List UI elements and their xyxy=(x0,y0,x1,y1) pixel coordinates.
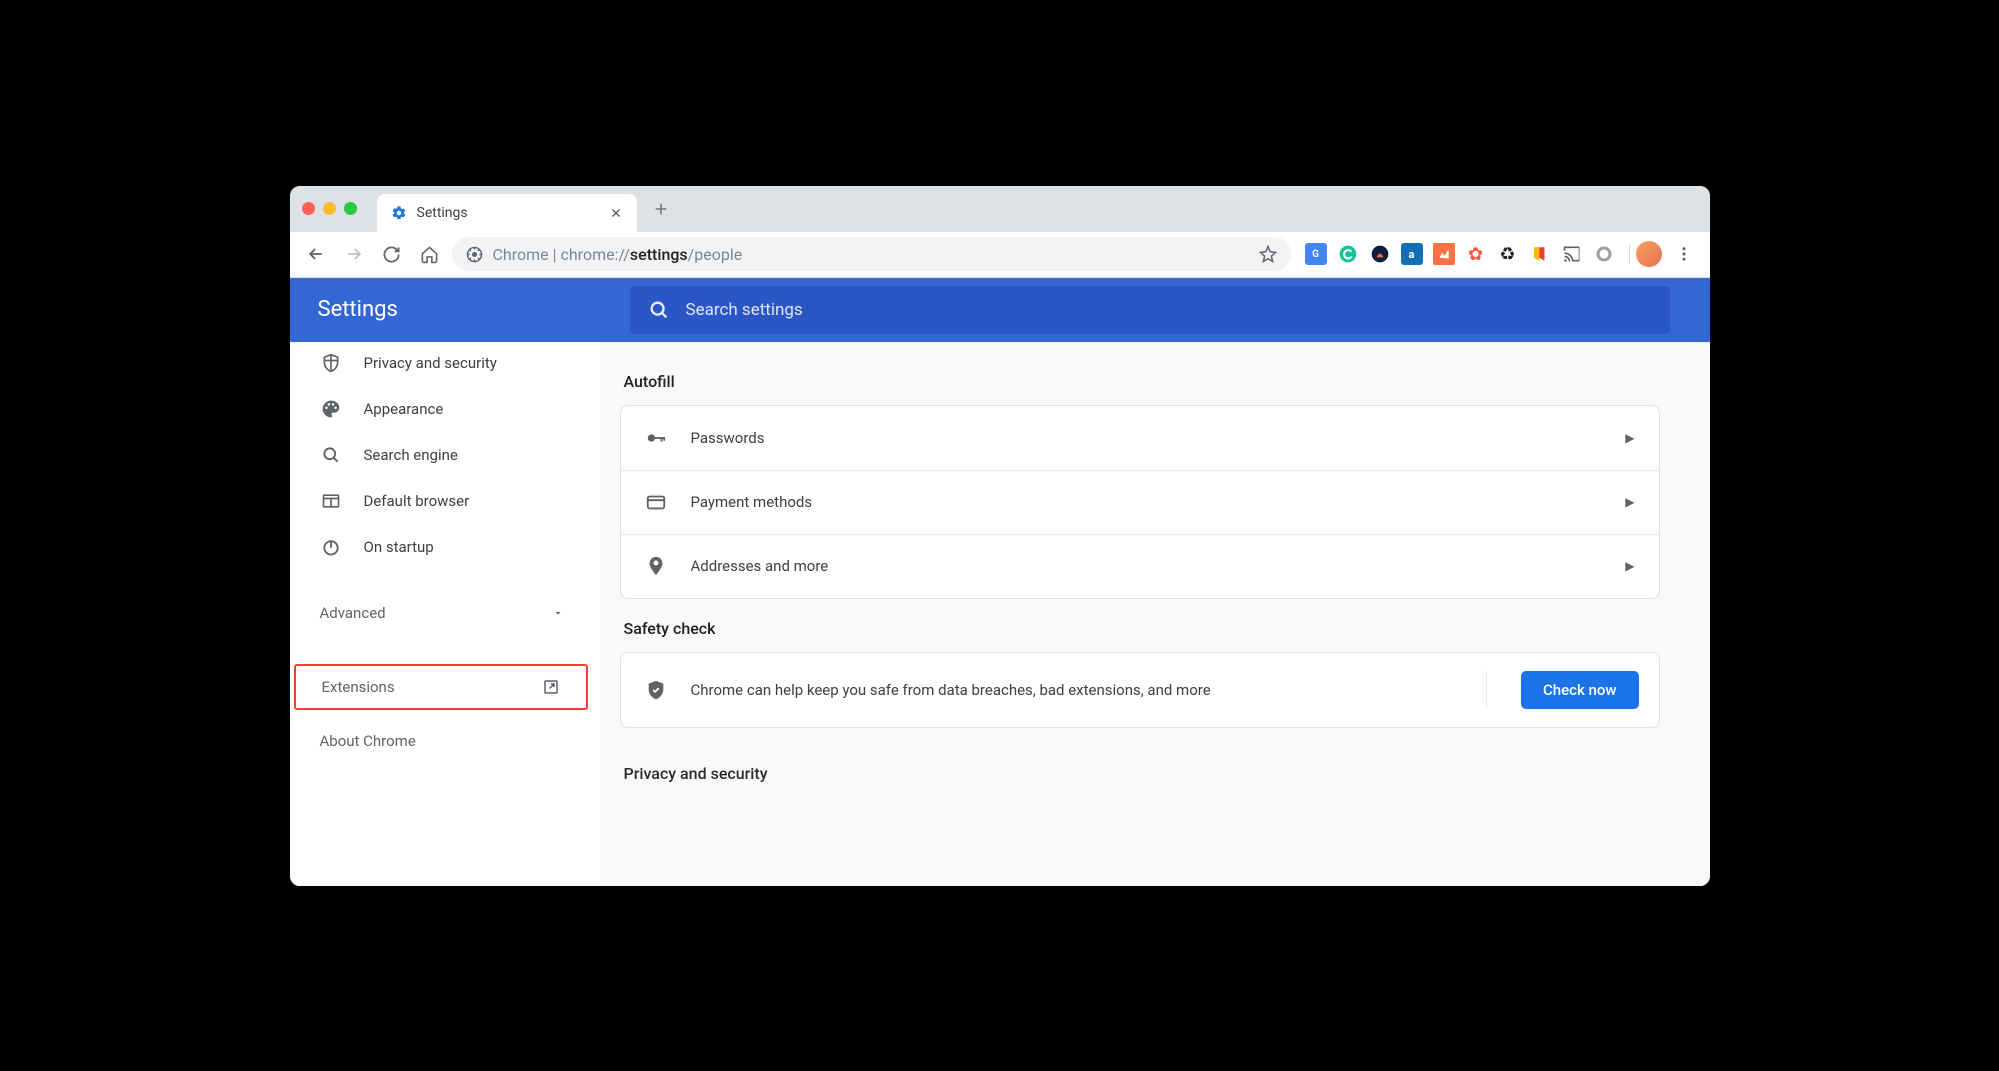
power-icon xyxy=(320,537,342,557)
settings-header: Settings Search settings xyxy=(290,278,1710,342)
similarweb-icon[interactable] xyxy=(1369,243,1391,265)
search-icon xyxy=(648,299,670,321)
minimize-window-button[interactable] xyxy=(323,202,336,215)
browser-window: Settings Chrome | chrome://setting xyxy=(290,186,1710,886)
shield-icon xyxy=(320,353,342,373)
site-info-icon[interactable] xyxy=(466,246,483,263)
open-external-icon xyxy=(542,678,560,696)
toolbar: Chrome | chrome://settings/people G a ✿ … xyxy=(290,232,1710,278)
search-placeholder: Search settings xyxy=(686,300,803,320)
sidebar-about-label: About Chrome xyxy=(320,732,416,750)
back-button[interactable] xyxy=(300,238,332,270)
privacy-section-title: Privacy and security xyxy=(624,764,1660,783)
row-label: Payment methods xyxy=(691,493,1602,511)
address-bar[interactable]: Chrome | chrome://settings/people xyxy=(452,237,1291,271)
new-tab-button[interactable] xyxy=(637,201,685,217)
url-text: Chrome | chrome://settings/people xyxy=(493,245,1249,264)
divider xyxy=(1486,671,1487,709)
chevron-right-icon: ▶ xyxy=(1625,431,1634,445)
row-label: Addresses and more xyxy=(691,557,1602,575)
search-settings-wrap: Search settings xyxy=(630,286,1710,334)
autofill-addresses-row[interactable]: Addresses and more ▶ xyxy=(621,534,1659,598)
safety-check-text: Chrome can help keep you safe from data … xyxy=(691,681,1462,699)
settings-sidebar: Safety check Privacy and security Appear… xyxy=(290,342,600,886)
sidebar-item-appearance[interactable]: Appearance xyxy=(290,386,590,432)
shield-check-icon xyxy=(645,679,667,701)
tab-strip: Settings xyxy=(290,186,1710,232)
search-settings-input[interactable]: Search settings xyxy=(630,286,1670,334)
settings-body: Safety check Privacy and security Appear… xyxy=(290,342,1710,886)
chevron-right-icon: ▶ xyxy=(1625,559,1634,573)
pin-icon xyxy=(645,555,667,577)
reload-button[interactable] xyxy=(376,238,408,270)
settings-header-title: Settings xyxy=(290,297,630,322)
home-button[interactable] xyxy=(414,238,446,270)
key-icon xyxy=(645,427,667,449)
sidebar-item-label: Search engine xyxy=(364,446,458,464)
extension-icons: G a ✿ ♻ xyxy=(1297,243,1623,265)
bookmark-flag-icon[interactable] xyxy=(1529,243,1551,265)
window-controls xyxy=(302,202,357,215)
circle-icon[interactable] xyxy=(1593,243,1615,265)
search-icon xyxy=(320,445,342,465)
browser-tab[interactable]: Settings xyxy=(377,194,637,232)
row-label: Passwords xyxy=(691,429,1602,447)
sidebar-advanced-label: Advanced xyxy=(320,604,386,622)
sidebar-item-label: Privacy and security xyxy=(364,354,497,372)
sidebar-about[interactable]: About Chrome xyxy=(290,718,594,764)
grammarly-icon[interactable] xyxy=(1337,243,1359,265)
card-icon xyxy=(645,491,667,513)
forward-button[interactable] xyxy=(338,238,370,270)
sidebar-item-label: Default browser xyxy=(364,492,470,510)
profile-avatar[interactable] xyxy=(1636,241,1662,267)
recycle-icon[interactable]: ♻ xyxy=(1497,243,1519,265)
settings-gear-icon xyxy=(391,205,407,221)
close-window-button[interactable] xyxy=(302,202,315,215)
chevron-down-icon xyxy=(552,607,564,619)
sidebar-item-default-browser[interactable]: Default browser xyxy=(290,478,590,524)
sidebar-item-search-engine[interactable]: Search engine xyxy=(290,432,590,478)
browser-icon xyxy=(320,491,342,511)
analytics-icon[interactable] xyxy=(1433,243,1455,265)
autofill-payment-row[interactable]: Payment methods ▶ xyxy=(621,470,1659,534)
translate-icon[interactable]: G xyxy=(1305,243,1327,265)
menu-button[interactable] xyxy=(1668,238,1700,270)
cast-icon[interactable] xyxy=(1561,243,1583,265)
sidebar-advanced[interactable]: Advanced xyxy=(290,590,594,636)
bookmark-star-icon[interactable] xyxy=(1259,245,1277,263)
autofill-passwords-row[interactable]: Passwords ▶ xyxy=(621,406,1659,470)
sidebar-item-label: Appearance xyxy=(364,400,444,418)
toolbar-divider xyxy=(1629,244,1630,264)
tab-close-icon[interactable] xyxy=(609,206,623,220)
maximize-window-button[interactable] xyxy=(344,202,357,215)
amazon-icon[interactable]: a xyxy=(1401,243,1423,265)
safety-section-title: Safety check xyxy=(624,619,1660,638)
safety-check-card: Chrome can help keep you safe from data … xyxy=(620,652,1660,728)
autofill-section-title: Autofill xyxy=(624,372,1660,391)
settings-content: Autofill Passwords ▶ Payment methods ▶ A… xyxy=(600,342,1710,886)
sidebar-item-on-startup[interactable]: On startup xyxy=(290,524,590,570)
sidebar-extensions-label: Extensions xyxy=(322,678,395,696)
tab-title: Settings xyxy=(417,205,599,221)
loom-icon[interactable]: ✿ xyxy=(1465,243,1487,265)
palette-icon xyxy=(320,399,342,419)
sidebar-extensions[interactable]: Extensions xyxy=(294,664,588,710)
sidebar-item-privacy[interactable]: Privacy and security xyxy=(290,342,590,386)
sidebar-item-label: On startup xyxy=(364,538,434,556)
check-now-button[interactable]: Check now xyxy=(1521,671,1639,709)
autofill-card: Passwords ▶ Payment methods ▶ Addresses … xyxy=(620,405,1660,599)
chevron-right-icon: ▶ xyxy=(1625,495,1634,509)
